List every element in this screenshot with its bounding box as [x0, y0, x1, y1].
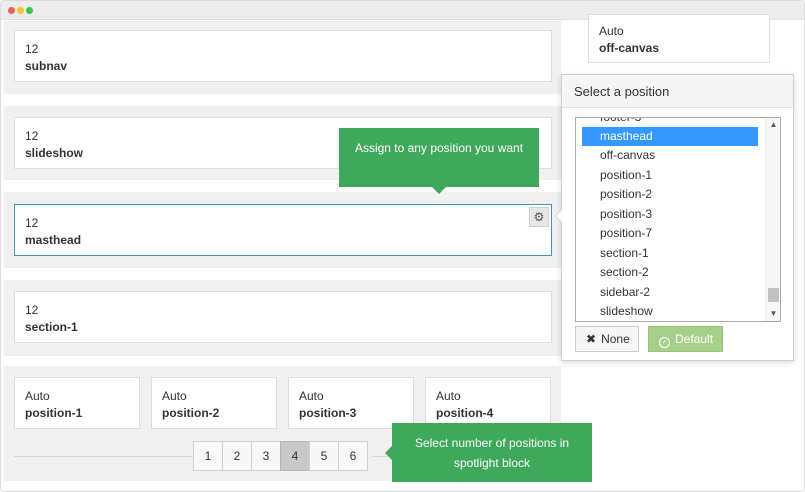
listbox-scrollbar[interactable]: ▲ ▼ [765, 118, 780, 321]
spotlight-block-position-4[interactable]: Auto position-4 [425, 377, 551, 429]
block-position-name: masthead [25, 233, 82, 247]
block-position-name: subnav [25, 59, 68, 73]
spotlight-block-position-1[interactable]: Auto position-1 [14, 377, 140, 429]
block-width: Auto [599, 24, 624, 38]
block-width: 12 [25, 303, 39, 317]
pager-button-4[interactable]: 4 [280, 441, 310, 471]
close-window-icon[interactable] [8, 7, 15, 14]
app-window: Auto off-canvas 12 subnav 12 slideshow 1… [0, 0, 805, 492]
layout-block-masthead[interactable]: 12 masthead ⚙ [14, 204, 552, 256]
block-width: 12 [25, 216, 39, 230]
pager-button-3[interactable]: 3 [251, 441, 281, 471]
block-width: Auto [162, 389, 187, 403]
list-item[interactable]: slideshow [582, 302, 758, 321]
block-width: 12 [25, 42, 39, 56]
list-item[interactable]: off-canvas [582, 146, 758, 165]
scrollbar-thumb[interactable] [768, 288, 779, 302]
spotlight-block-position-3[interactable]: Auto position-3 [288, 377, 414, 429]
block-width: 12 [25, 129, 39, 143]
tooltip-text: Assign to any position you want [354, 141, 524, 155]
layout-block-subnav[interactable]: 12 subnav [14, 30, 552, 82]
tooltip-text: Select number of positions in spotlight … [414, 436, 570, 470]
list-item[interactable]: position-3 [582, 205, 758, 224]
block-width: Auto [436, 389, 461, 403]
block-position-name: off-canvas [599, 41, 660, 55]
block-position-name: position-3 [299, 406, 357, 420]
list-item[interactable]: position-1 [582, 166, 758, 185]
list-item[interactable]: section-1 [582, 244, 758, 263]
block-position-name: slideshow [25, 146, 84, 160]
position-listbox[interactable]: footer-3 masthead off-canvas position-1 … [575, 117, 781, 322]
tooltip-arrow [432, 187, 446, 194]
pager-button-5[interactable]: 5 [309, 441, 339, 471]
chevron-up-icon[interactable]: ▲ [766, 118, 780, 132]
list-item[interactable]: footer-3 [582, 118, 758, 127]
popup-title: Select a position [562, 75, 793, 108]
gear-icon[interactable]: ⚙ [529, 207, 549, 227]
pager-button-6[interactable]: 6 [338, 441, 368, 471]
tooltip-arrow [385, 446, 392, 460]
block-position-name: position-2 [162, 406, 220, 420]
tooltip-select-number: Select number of positions in spotlight … [385, 423, 592, 482]
layout-block-section-1[interactable]: 12 section-1 [14, 291, 552, 343]
pager-button-1[interactable]: 1 [193, 441, 223, 471]
block-position-name: section-1 [25, 320, 78, 334]
list-item[interactable]: position-7 [582, 224, 758, 243]
list-item[interactable]: section-2 [582, 263, 758, 282]
block-width: Auto [299, 389, 324, 403]
layout-block-off-canvas[interactable]: Auto off-canvas [588, 14, 770, 63]
block-position-name: position-1 [25, 406, 83, 420]
minimize-window-icon[interactable] [17, 7, 24, 14]
block-width: Auto [25, 389, 50, 403]
list-item-selected[interactable]: masthead [582, 127, 758, 146]
close-icon: ✖ [586, 332, 597, 346]
default-button[interactable]: ✓ Default [648, 326, 723, 352]
position-selector-popup: Select a position footer-3 masthead off-… [555, 74, 794, 361]
check-circle-icon: ✓ [659, 337, 670, 348]
chevron-down-icon[interactable]: ▼ [766, 307, 780, 321]
default-button-label: Default [675, 332, 714, 346]
popup-caret [555, 209, 562, 223]
spotlight-block-position-2[interactable]: Auto position-2 [151, 377, 277, 429]
none-button[interactable]: ✖ None [575, 326, 639, 352]
pager-button-2[interactable]: 2 [222, 441, 252, 471]
none-button-label: None [601, 332, 630, 346]
list-item[interactable]: position-2 [582, 185, 758, 204]
spotlight-count-pager: 1 2 3 4 5 6 [193, 441, 368, 471]
list-item[interactable]: sidebar-2 [582, 283, 758, 302]
maximize-window-icon[interactable] [26, 7, 33, 14]
tooltip-assign-position: Assign to any position you want [339, 128, 539, 194]
block-position-name: position-4 [436, 406, 494, 420]
pager-divider [14, 456, 193, 457]
